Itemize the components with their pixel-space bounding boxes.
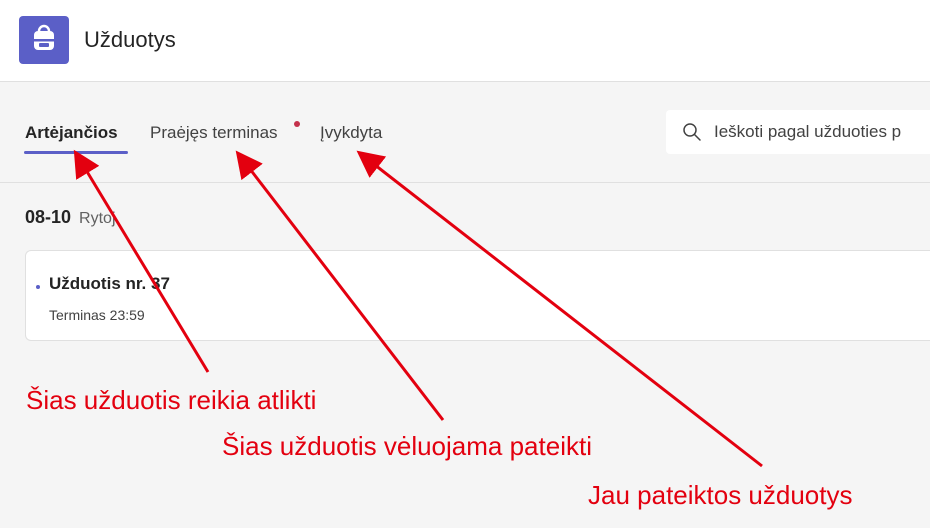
task-card[interactable]: Užduotis nr. 37 Terminas 23:59 <box>25 250 930 341</box>
search-icon <box>682 122 702 147</box>
date-group-header: 08-10 Rytoj <box>25 206 116 230</box>
unread-dot <box>36 285 40 289</box>
app-title: Užduotys <box>84 27 176 52</box>
active-tab-indicator <box>24 151 128 154</box>
tabs-bar: Artėjančios Praėjęs terminas Įvykdyta Ie… <box>0 82 930 183</box>
annotation-overdue: Šias užduotis vėluojama pateikti <box>222 431 592 461</box>
notification-dot <box>294 121 300 127</box>
page: Užduotys Artėjančios Praėjęs terminas Įv… <box>0 0 930 528</box>
date-label: 08-10 <box>25 207 72 227</box>
annotation-upcoming: Šias užduotis reikia atlikti <box>26 385 317 415</box>
annotation-completed: Jau pateiktos užduotys <box>588 480 853 510</box>
search-input[interactable]: Ieškoti pagal užduoties p <box>666 110 930 154</box>
task-due: Terminas 23:59 <box>49 307 145 323</box>
tab-completed[interactable]: Įvykdyta <box>320 122 382 144</box>
app-header: Užduotys <box>0 0 930 82</box>
date-relative: Rytoj <box>79 210 116 227</box>
backpack-icon <box>19 16 69 64</box>
tab-upcoming[interactable]: Artėjančios <box>25 122 118 144</box>
tab-overdue[interactable]: Praėjęs terminas <box>150 122 278 144</box>
task-title: Užduotis nr. 37 <box>49 274 170 293</box>
search-placeholder: Ieškoti pagal užduoties p <box>714 122 902 141</box>
